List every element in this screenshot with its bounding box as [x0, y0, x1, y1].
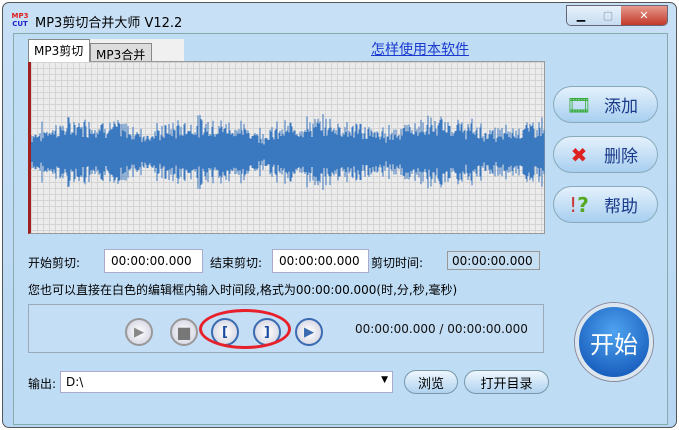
- help-label: 帮助: [604, 197, 638, 217]
- open-directory-button[interactable]: 打开目录: [464, 370, 549, 394]
- play-selection-button[interactable]: ▶: [295, 318, 323, 346]
- tab-mp3-merge[interactable]: MP3合并: [90, 43, 152, 63]
- output-path-combo[interactable]: D:\ ▼: [60, 371, 393, 393]
- film-add-icon: 🎞: [566, 92, 592, 117]
- waveform: [30, 114, 545, 190]
- add-label: 添加: [604, 97, 638, 117]
- help-link[interactable]: 怎样使用本软件: [371, 39, 469, 59]
- output-path-value: D:\: [66, 375, 84, 389]
- cut-duration-label: 剪切时间:: [371, 256, 424, 270]
- maximize-button[interactable]: ▢: [595, 6, 621, 25]
- minimize-button[interactable]: ▁: [567, 6, 595, 25]
- delete-button[interactable]: ✖ 删除: [553, 136, 658, 173]
- start-button[interactable]: 开始: [575, 303, 653, 381]
- window-title: MP3剪切合并大师 V12.2: [35, 15, 183, 31]
- stop-button[interactable]: ■: [170, 318, 198, 346]
- waveform-view[interactable]: [28, 61, 545, 234]
- main-window: MP3 CUT MP3剪切合并大师 V12.2 ▁ ▢ ✕ MP3剪切 MP3合并…: [2, 2, 677, 428]
- waveform-path: [30, 114, 545, 190]
- tab-mp3-cut[interactable]: MP3剪切: [28, 39, 90, 62]
- window-controls: ▁ ▢ ✕: [566, 5, 668, 26]
- app-logo-icon: MP3 CUT: [11, 12, 29, 28]
- red-x-icon: ✖: [570, 142, 588, 167]
- start-cut-input[interactable]: 00:00:00.000: [104, 249, 203, 273]
- end-cut-input[interactable]: 00:00:00.000: [272, 249, 369, 273]
- browse-button[interactable]: 浏览: [404, 370, 458, 394]
- help-icon: !?: [569, 192, 589, 217]
- cut-duration-value: 00:00:00.000: [447, 251, 540, 270]
- client-area: MP3剪切 MP3合并 怎样使用本软件 🎞 添加 ✖ 删除 !? 帮助 开始剪切: 0…: [13, 33, 668, 425]
- help-button[interactable]: !? 帮助: [553, 186, 658, 223]
- time-display: 00:00:00.000 / 00:00:00.000: [355, 322, 528, 336]
- end-cut-label: 结束剪切:: [210, 256, 263, 270]
- chevron-down-icon[interactable]: ▼: [381, 375, 388, 385]
- output-label: 输出:: [28, 377, 57, 391]
- play-button[interactable]: ▶: [125, 318, 153, 346]
- delete-label: 删除: [604, 147, 638, 167]
- format-hint: 您也可以直接在白色的编辑框内输入时间段,格式为00:00:00.000(时,分,…: [28, 283, 458, 297]
- title-bar: MP3 CUT MP3剪切合并大师 V12.2: [11, 9, 183, 33]
- add-button[interactable]: 🎞 添加: [553, 86, 658, 123]
- highlight-ellipse: [199, 309, 291, 349]
- player-panel: ▶ ■ [ ] ▶ 00:00:00.000 / 00:00:00.000: [28, 304, 544, 353]
- start-cut-label: 开始剪切:: [28, 256, 81, 270]
- close-button[interactable]: ✕: [621, 6, 667, 25]
